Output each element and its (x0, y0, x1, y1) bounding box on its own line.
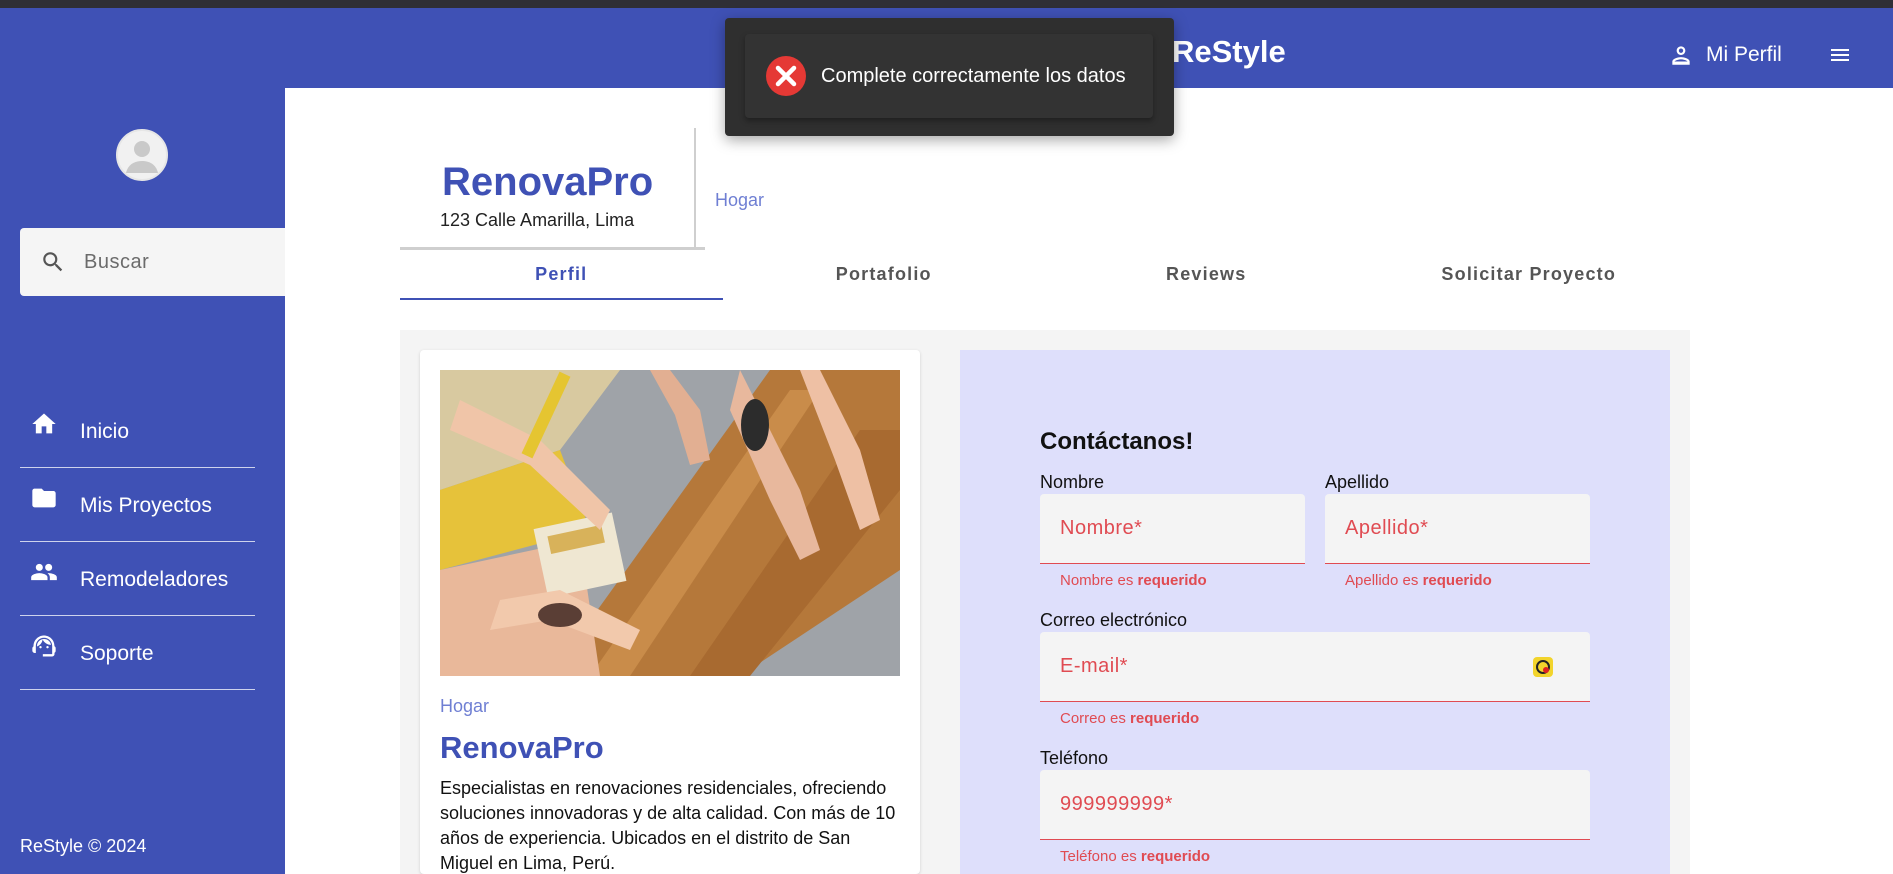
search-icon[interactable] (38, 247, 68, 277)
support-agent-icon (32, 635, 56, 657)
telefono-field (1040, 770, 1590, 840)
company-category[interactable]: Hogar (715, 190, 764, 211)
home-icon (32, 413, 56, 434)
tab-perfil[interactable]: Perfil (400, 248, 723, 300)
card-title: RenovaPro (440, 730, 604, 765)
sidebar-footer: ReStyle © 2024 (20, 836, 147, 856)
nombre-error: Nombre es requerido (1060, 572, 1207, 589)
company-address: 123 Calle Amarilla, Lima (440, 210, 635, 230)
renovation-photo-illustration (440, 370, 900, 676)
error-toast: Complete correctamente los datos (725, 18, 1174, 136)
hamburger-menu-icon (1831, 49, 1849, 61)
company-name: RenovaPro (442, 160, 654, 204)
tab-reviews[interactable]: Reviews (1045, 248, 1368, 300)
correo-error: Correo es requerido (1060, 710, 1200, 727)
sidebar-item-mis-proyectos[interactable]: Mis Proyectos (20, 468, 255, 542)
sidebar-item-label: Remodeladores (80, 568, 229, 591)
sidebar-item-label: Inicio (80, 420, 130, 443)
window-top-strip (0, 0, 1893, 8)
telefono-label: Teléfono (1040, 748, 1109, 768)
default-avatar-icon (126, 141, 158, 173)
brand-title: ReStyle (1172, 34, 1286, 69)
sidebar-item-inicio[interactable]: Inicio (20, 394, 255, 468)
correo-label: Correo electrónico (1040, 610, 1188, 630)
sidebar-nav: Inicio Mis Proyectos Remodeladores Sopor… (20, 410, 255, 690)
apellido-error: Apellido es requerido (1345, 572, 1492, 589)
tab-solicitar-proyecto[interactable]: Solicitar Proyecto (1368, 248, 1691, 300)
sidebar-item-remodeladores[interactable]: Remodeladores (20, 542, 255, 616)
sidebar-item-soporte[interactable]: Soporte (20, 616, 255, 690)
sidebar-item-label: Mis Proyectos (80, 494, 212, 517)
sidebar: Inicio Mis Proyectos Remodeladores Sopor… (0, 88, 285, 874)
nombre-label: Nombre (1040, 472, 1105, 492)
sidebar-item-label: Soporte (80, 642, 154, 665)
form-title: Contáctanos! (1040, 428, 1194, 455)
autofill-icon[interactable] (1532, 656, 1554, 678)
folder-icon (32, 488, 56, 508)
person-icon (1672, 46, 1690, 65)
main-content: RenovaPro 123 Calle Amarilla, Lima Hogar… (285, 88, 1893, 874)
toast-message: Complete correctamente los datos (821, 64, 1126, 87)
search-input[interactable] (84, 250, 254, 274)
nombre-input[interactable] (1040, 517, 1305, 540)
apellido-field (1325, 494, 1590, 564)
apellido-input[interactable] (1325, 517, 1590, 540)
avatar[interactable] (116, 129, 168, 181)
profile-label: Mi Perfil (1706, 43, 1782, 66)
tab-portafolio[interactable]: Portafolio (723, 248, 1046, 300)
profile-button[interactable]: Mi Perfil (1668, 40, 1782, 70)
company-photo (440, 370, 900, 676)
menu-button[interactable] (1828, 40, 1852, 70)
email-input[interactable] (1040, 655, 1590, 678)
correo-field (1040, 632, 1590, 702)
telefono-error: Teléfono es requerido (1060, 848, 1211, 865)
phone-input[interactable] (1040, 793, 1590, 816)
nombre-field (1040, 494, 1305, 564)
apellido-label: Apellido (1325, 472, 1390, 492)
company-header: RenovaPro (400, 128, 705, 250)
error-x-icon (766, 56, 806, 96)
people-icon (31, 563, 57, 581)
toast-body: Complete correctamente los datos (745, 34, 1153, 118)
card-category[interactable]: Hogar (440, 696, 489, 717)
tab-panel: Hogar RenovaPro Especialistas en renovac… (400, 330, 1690, 874)
company-card: Hogar RenovaPro Especialistas en renovac… (420, 350, 920, 874)
contact-form: Contáctanos! Nombre Nombre es requerido … (960, 350, 1670, 874)
profile-tabs: Perfil Portafolio Reviews Solicitar Proy… (400, 248, 1690, 300)
card-description: Especialistas en renovaciones residencia… (440, 778, 896, 873)
search-box (20, 228, 285, 296)
header-divider (694, 128, 696, 250)
